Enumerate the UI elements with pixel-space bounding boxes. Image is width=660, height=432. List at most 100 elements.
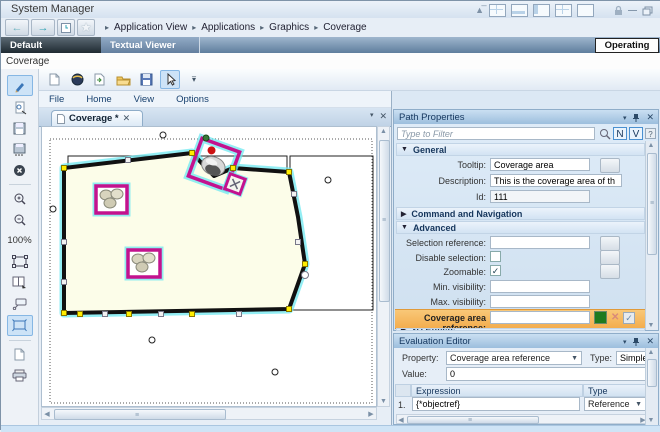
- edit-pencil-icon[interactable]: [7, 75, 33, 96]
- abort-icon[interactable]: [8, 161, 32, 180]
- coverage-view-icon[interactable]: [7, 315, 33, 336]
- section-advanced[interactable]: ▼ Advanced: [396, 221, 645, 234]
- export-document-icon[interactable]: [8, 98, 32, 117]
- tank-cluster-object[interactable]: [96, 186, 127, 213]
- section-command-navigation[interactable]: ▶ Command and Navigation: [396, 207, 645, 220]
- breadcrumb-item[interactable]: Graphics: [269, 22, 309, 33]
- panel-menu-chevron-icon[interactable]: ▾: [623, 338, 627, 346]
- clear-reference-icon[interactable]: ✕: [611, 312, 619, 323]
- close-document-icon[interactable]: ✕: [379, 111, 387, 122]
- save-icon[interactable]: [8, 119, 32, 138]
- tab-default[interactable]: Default: [1, 37, 101, 53]
- selection-reference-field[interactable]: [490, 236, 590, 249]
- breadcrumb-item[interactable]: Applications: [201, 22, 255, 33]
- save-icon[interactable]: [137, 71, 155, 88]
- close-tab-icon[interactable]: ✕: [123, 113, 131, 124]
- canvas-horizontal-scrollbar[interactable]: ◀ ≡ ▶: [41, 407, 377, 420]
- panel-menu-chevron-icon[interactable]: ▾: [623, 114, 627, 122]
- tab-textual-viewer[interactable]: Textual Viewer: [101, 37, 200, 53]
- filter-input[interactable]: [397, 127, 595, 140]
- open-folder-icon[interactable]: [114, 71, 132, 88]
- filter-name-button[interactable]: N: [613, 127, 627, 140]
- canvas-vertical-scrollbar[interactable]: ▲ ≡ ▼: [377, 126, 390, 407]
- point-marker[interactable]: [50, 206, 56, 212]
- zoomable-checkbox[interactable]: ✓: [490, 265, 501, 276]
- min-visibility-field[interactable]: [490, 280, 590, 293]
- evaluation-editor-titlebar[interactable]: Evaluation Editor ▾ ✕: [394, 334, 658, 348]
- camera-delete-marker[interactable]: [225, 174, 246, 195]
- close-panel-icon[interactable]: ✕: [646, 112, 654, 123]
- layout-left-icon[interactable]: [533, 4, 550, 17]
- filter-value-button[interactable]: V: [629, 127, 643, 140]
- layout-grid-icon[interactable]: [489, 4, 506, 17]
- max-visibility-field[interactable]: [490, 295, 590, 308]
- selection-reference-button[interactable]: [600, 236, 620, 251]
- menu-home[interactable]: Home: [86, 94, 111, 105]
- breadcrumb-item[interactable]: Application View: [114, 22, 187, 33]
- layout-bottom-icon[interactable]: [511, 4, 528, 17]
- pin-icon[interactable]: [632, 113, 640, 123]
- zoomable-button[interactable]: [600, 264, 620, 279]
- panel-vertical-scrollbar[interactable]: ▲ ≡ ▼: [645, 141, 658, 330]
- history-icon[interactable]: [57, 19, 75, 36]
- breadcrumb-item[interactable]: Coverage: [323, 22, 366, 33]
- description-field[interactable]: [490, 174, 622, 187]
- expression-column-header[interactable]: Expression: [411, 384, 583, 397]
- minimize-icon[interactable]: —: [628, 5, 637, 16]
- point-marker[interactable]: [272, 369, 278, 375]
- layout-single-icon[interactable]: [577, 4, 594, 17]
- fit-view-icon[interactable]: [8, 252, 32, 271]
- table-horizontal-scrollbar[interactable]: ◀ ≡ ▶: [396, 414, 648, 424]
- toolbar-overflow-icon[interactable]: ▾̅: [185, 71, 203, 88]
- filter-help-button[interactable]: ?: [645, 128, 656, 139]
- section-general[interactable]: ▼ General: [396, 143, 645, 156]
- zoom-out-icon[interactable]: [8, 210, 32, 229]
- pin-icon[interactable]: [632, 337, 640, 347]
- import-document-icon[interactable]: [91, 71, 109, 88]
- path-properties-titlebar[interactable]: Path Properties ▾ ✕: [394, 110, 658, 124]
- coverage-area-reference-field[interactable]: [490, 311, 590, 324]
- zoom-level-label[interactable]: 100%: [8, 231, 32, 250]
- select-cursor-icon[interactable]: [160, 70, 180, 89]
- type-column-header[interactable]: Type: [583, 384, 650, 397]
- rotation-handle[interactable]: [203, 135, 209, 141]
- close-panel-icon[interactable]: ✕: [646, 336, 654, 347]
- point-marker[interactable]: [325, 177, 331, 183]
- back-button[interactable]: ←: [5, 19, 29, 36]
- expression-type-dropdown[interactable]: Reference▼: [584, 397, 646, 411]
- disable-selection-checkbox[interactable]: [490, 251, 501, 262]
- operating-mode-button[interactable]: Operating: [595, 38, 659, 53]
- disable-selection-button[interactable]: [600, 250, 620, 265]
- layout-quad-icon[interactable]: [555, 4, 572, 17]
- page-setup-icon[interactable]: [8, 345, 32, 364]
- forward-button[interactable]: →: [31, 19, 55, 36]
- tooltip-more-button[interactable]: [600, 158, 620, 173]
- callout-icon[interactable]: [8, 294, 32, 313]
- property-dropdown[interactable]: Coverage area reference▼: [446, 351, 582, 365]
- new-document-icon[interactable]: [45, 71, 63, 88]
- tooltip-field[interactable]: [490, 158, 590, 171]
- restore-icon[interactable]: [642, 6, 653, 16]
- tank-cluster-object[interactable]: [128, 250, 160, 277]
- favorites-star-icon[interactable]: ★: [77, 19, 95, 36]
- reference-apply-checkbox[interactable]: ✓: [623, 312, 635, 324]
- collapse-top-icon[interactable]: ▲̅: [475, 5, 484, 16]
- section-3d-effects[interactable]: ▶ 3D Effects: [396, 328, 645, 331]
- document-tab-coverage[interactable]: Coverage * ✕: [51, 110, 143, 126]
- split-view-icon[interactable]: [8, 273, 32, 292]
- search-icon[interactable]: [599, 128, 611, 140]
- menu-view[interactable]: View: [134, 94, 154, 105]
- tab-list-chevron-icon[interactable]: ▾: [370, 111, 374, 122]
- point-marker[interactable]: [149, 337, 155, 343]
- panel-vertical-scrollbar[interactable]: ▲ ▼: [645, 348, 658, 425]
- point-marker[interactable]: [160, 132, 166, 138]
- menu-file[interactable]: File: [49, 94, 64, 105]
- drawing-canvas[interactable]: [41, 126, 377, 407]
- menu-options[interactable]: Options: [176, 94, 209, 105]
- open-project-icon[interactable]: [68, 71, 86, 88]
- print-icon[interactable]: [8, 366, 32, 385]
- expression-field[interactable]: [412, 397, 580, 411]
- value-field[interactable]: [446, 367, 650, 381]
- zoom-in-icon[interactable]: [8, 189, 32, 208]
- reference-color-button[interactable]: [594, 311, 607, 324]
